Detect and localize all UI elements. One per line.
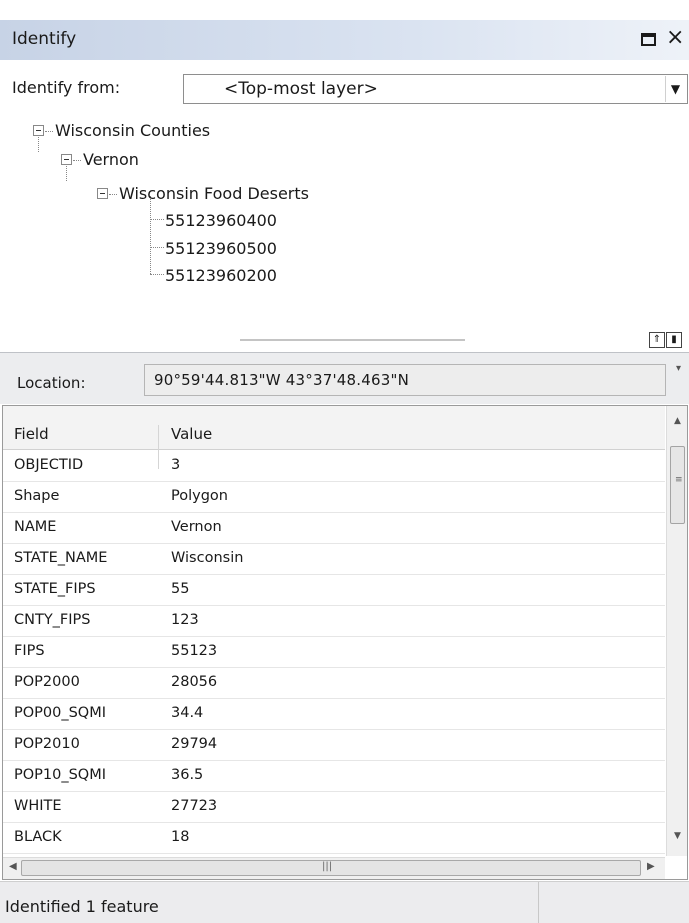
horizontal-scrollbar[interactable]: ◀ ||| ▶ [3, 857, 665, 879]
window-title: Identify [12, 29, 77, 49]
field-value: Vernon [171, 519, 222, 535]
title-bar: Identify × [0, 20, 689, 60]
table-row[interactable]: BLACK 18 [3, 823, 665, 854]
identify-from-value: <Top-most layer> [224, 79, 378, 99]
field-value: 27723 [171, 798, 218, 814]
layout-icon[interactable]: ▮ [666, 332, 682, 348]
status-separator [538, 882, 539, 923]
field-value: Wisconsin [171, 550, 244, 566]
table-row[interactable]: POP2010 29794 [3, 730, 665, 761]
attribute-grid: Field Value OBJECTID 3 Shape Polygon NAME V… [2, 405, 688, 880]
status-text: Identified 1 feature [5, 897, 159, 916]
field-name: POP10_SQMI [14, 767, 107, 783]
field-name: STATE_FIPS [14, 581, 96, 597]
tree-connector [73, 160, 81, 161]
location-field[interactable]: 90°59'44.813"W 43°37'48.463"N [144, 364, 666, 396]
field-value: 123 [171, 612, 199, 628]
location-bar: Location: 90°59'44.813"W 43°37'48.463"N … [0, 352, 689, 404]
collapse-icon[interactable] [33, 125, 44, 136]
table-row[interactable]: POP10_SQMI 36.5 [3, 761, 665, 792]
field-name: WHITE [14, 798, 62, 814]
scroll-left-icon[interactable]: ◀ [9, 861, 17, 872]
collapse-icon[interactable] [61, 154, 72, 165]
column-header-value[interactable]: Value [171, 425, 212, 443]
tree-node-label: Vernon [83, 150, 139, 169]
field-value: 34.4 [171, 705, 204, 721]
field-name: STATE_NAME [14, 550, 108, 566]
field-value: Polygon [171, 488, 228, 504]
table-row[interactable]: STATE_NAME Wisconsin [3, 544, 665, 575]
field-value: 18 [171, 829, 190, 845]
table-row[interactable]: WHITE 27723 [3, 792, 665, 823]
field-name: POP2000 [14, 674, 80, 690]
splitter-controls: ⇑ ▮ [649, 332, 682, 350]
grip-icon: ||| [322, 861, 333, 872]
identify-from-label: Identify from: [12, 78, 121, 97]
tree-connector [150, 196, 151, 274]
tree-node-label: Wisconsin Counties [55, 121, 211, 140]
field-name: BLACK [14, 829, 62, 845]
field-name: POP00_SQMI [14, 705, 107, 721]
tree-node-label: Wisconsin Food Deserts [119, 184, 309, 203]
scroll-right-icon[interactable]: ▶ [647, 861, 655, 872]
horizontal-scroll-thumb[interactable]: ||| [21, 860, 641, 876]
tree-connector [150, 274, 164, 275]
field-value: 55123 [171, 643, 218, 659]
field-value: 29794 [171, 736, 218, 752]
maximize-icon[interactable] [641, 33, 656, 46]
field-name: OBJECTID [14, 457, 84, 473]
field-value: 28056 [171, 674, 218, 690]
grip-icon: ≡ [675, 475, 683, 485]
collapse-icon[interactable] [97, 188, 108, 199]
pin-icon[interactable]: ⇑ [649, 332, 665, 348]
table-row[interactable]: NAME Vernon [3, 513, 665, 544]
field-name: CNTY_FIPS [14, 612, 91, 628]
table-row[interactable]: POP00_SQMI 34.4 [3, 699, 665, 730]
results-tree: Wisconsin Counties Vernon Wisconsin Food… [0, 112, 689, 327]
feature-id: 55123960400 [165, 211, 277, 230]
field-name: POP2010 [14, 736, 80, 752]
identify-from-dropdown[interactable]: <Top-most layer> ▼ [183, 74, 688, 104]
table-row[interactable]: POP2000 28056 [3, 668, 665, 699]
field-value: 3 [171, 457, 181, 473]
close-icon[interactable]: × [666, 25, 684, 51]
table-row[interactable]: FIPS 55123 [3, 637, 665, 668]
feature-id: 55123960500 [165, 239, 277, 258]
location-value: 90°59'44.813"W 43°37'48.463"N [154, 371, 409, 389]
feature-id: 55123960200 [165, 266, 277, 285]
scroll-up-icon[interactable]: ▲ [667, 416, 688, 434]
field-value: 55 [171, 581, 190, 597]
dropdown-marker-icon[interactable]: ▾ [676, 363, 681, 374]
status-bar: Identified 1 feature [0, 881, 689, 923]
tree-connector [45, 131, 53, 132]
field-value: 36.5 [171, 767, 204, 783]
column-header-field[interactable]: Field [14, 425, 49, 443]
vertical-scroll-thumb[interactable]: ≡ [670, 446, 685, 524]
field-name: FIPS [14, 643, 45, 659]
tree-connector [150, 219, 164, 220]
table-row[interactable]: OBJECTID 3 [3, 451, 665, 482]
scroll-down-icon[interactable]: ▼ [667, 831, 688, 849]
chevron-down-icon[interactable]: ▼ [665, 76, 685, 102]
grid-body: OBJECTID 3 Shape Polygon NAME Vernon STATE_… [3, 451, 665, 856]
grid-header: Field Value [3, 406, 665, 469]
table-row[interactable]: STATE_FIPS 55 [3, 575, 665, 606]
table-row[interactable]: CNTY_FIPS 123 [3, 606, 665, 637]
location-label: Location: [17, 374, 86, 392]
tree-connector [150, 247, 164, 248]
field-name: NAME [14, 519, 57, 535]
table-row[interactable]: Shape Polygon [3, 482, 665, 513]
vertical-scrollbar[interactable]: ▲ ≡ ▼ [666, 406, 687, 856]
tree-connector [109, 194, 117, 195]
field-name: Shape [14, 488, 60, 504]
panel-splitter[interactable] [240, 339, 465, 341]
